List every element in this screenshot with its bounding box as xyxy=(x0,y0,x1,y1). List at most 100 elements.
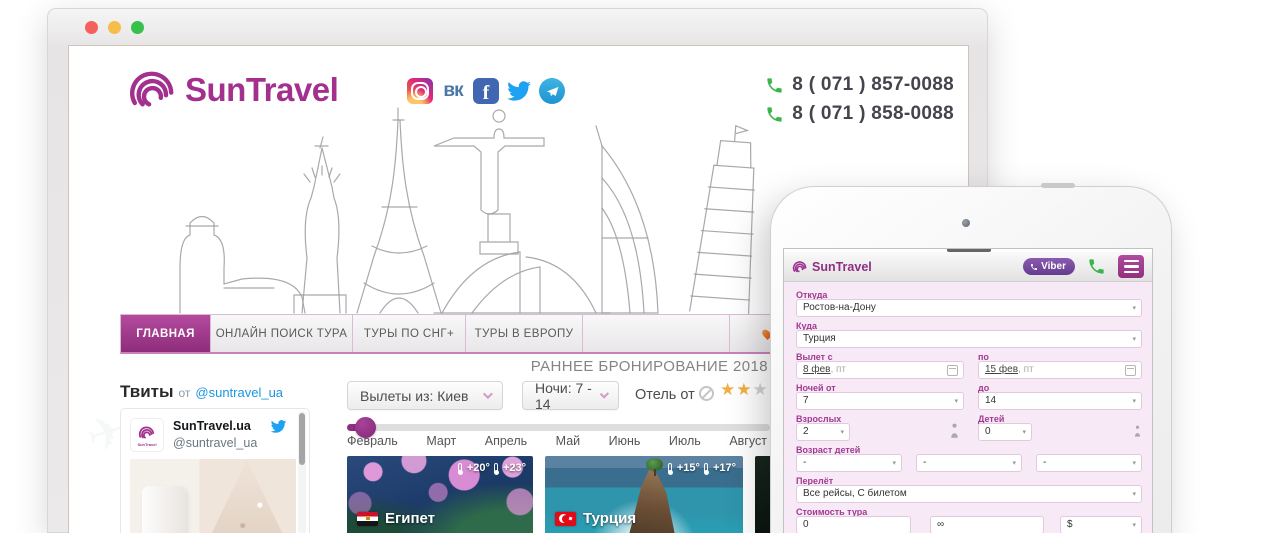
mobile-site-header: SunTravel Viber xyxy=(784,252,1152,282)
browser-titlebar xyxy=(48,9,987,45)
price-max-input[interactable]: ∞ xyxy=(930,516,1044,533)
tab-online-tour-search[interactable]: ОНЛАЙН ПОИСК ТУРА xyxy=(211,315,353,352)
contact-phones: 8 ( 071 ) 857-0088 8 ( 071 ) 858-0088 xyxy=(765,74,954,132)
thermometer-icon xyxy=(704,463,708,474)
thermometer-icon xyxy=(458,463,462,474)
call-icon[interactable] xyxy=(1087,257,1106,276)
scrollbar-track[interactable] xyxy=(298,411,306,533)
tab-home[interactable]: ГЛАВНАЯ xyxy=(121,315,211,352)
caret-down-icon: ▾ xyxy=(1132,394,1136,410)
departure-city-dropdown[interactable]: Вылеты из: Киев xyxy=(347,381,503,410)
twitter-widget: SunTravel SunTravel.ua @suntravel_ua xyxy=(120,408,310,533)
caret-down-icon: ▾ xyxy=(1022,425,1026,441)
temperatures: +15° +17° xyxy=(668,462,736,474)
power-button xyxy=(1041,183,1075,188)
phone-link-1[interactable]: 8 ( 071 ) 857-0088 xyxy=(765,74,954,96)
site-logo[interactable]: SunTravel xyxy=(792,259,872,275)
tweet-account-name[interactable]: SunTravel.ua xyxy=(173,419,251,433)
social-links xyxy=(407,78,565,104)
caret-down-icon: ▾ xyxy=(1132,487,1136,503)
tweet-photo[interactable] xyxy=(130,459,296,533)
tweets-by-label: от xyxy=(178,386,190,400)
adult-person-icon xyxy=(950,423,959,438)
temperatures: +20° +23° xyxy=(458,462,526,474)
vk-icon[interactable] xyxy=(440,78,466,104)
caret-down-icon: ▾ xyxy=(1132,456,1136,472)
child-age-select-1[interactable]: -▾ xyxy=(796,454,902,472)
landmarks-sketch xyxy=(142,86,782,314)
star-icon[interactable]: ★ xyxy=(736,380,752,400)
suntravel-swirl-icon xyxy=(127,64,179,116)
tour-card-turkey[interactable]: +15° +17° Турция xyxy=(545,456,743,533)
fullscreen-button[interactable] xyxy=(131,21,144,34)
month-label[interactable]: Июнь xyxy=(609,434,641,448)
price-min-input[interactable]: 0 xyxy=(796,516,911,533)
adults-select[interactable]: 2▾ xyxy=(796,423,850,441)
flight-select[interactable]: Все рейсы, С билетом▾ xyxy=(796,485,1142,503)
caret-down-icon: ▾ xyxy=(1012,456,1016,472)
phone-icon xyxy=(765,105,784,124)
month-labels: Февраль Март Апрель Май Июнь Июль Август xyxy=(347,434,767,448)
thermometer-icon xyxy=(494,463,498,474)
hotel-from-label: Отель от xyxy=(635,387,695,403)
site-logo[interactable]: SunTravel xyxy=(127,64,338,116)
telegram-icon[interactable] xyxy=(539,78,565,104)
nights-dropdown[interactable]: Ночи: 7 - 14 xyxy=(522,381,619,410)
facebook-icon[interactable] xyxy=(473,78,499,104)
to-select[interactable]: Турция▾ xyxy=(796,330,1142,348)
nights-from-select[interactable]: 7▾ xyxy=(796,392,964,410)
currency-select[interactable]: $▾ xyxy=(1060,516,1142,533)
crescent-icon xyxy=(559,514,568,523)
star-icon[interactable]: ★ xyxy=(720,380,736,400)
turkey-flag xyxy=(555,512,576,526)
child-age-select-3[interactable]: -▾ xyxy=(1036,454,1142,472)
caret-down-icon: ▾ xyxy=(1132,301,1136,317)
promo-banner-text: РАННЕЕ БРОНИРОВАНИЕ 2018 xyxy=(531,358,768,375)
tweets-header: Твиты от @suntravel_ua i xyxy=(120,382,374,402)
caret-down-icon: ▾ xyxy=(1132,332,1136,348)
child-person-icon xyxy=(1134,425,1141,437)
no-stars-icon[interactable] xyxy=(699,386,714,401)
tweets-handle-link[interactable]: @suntravel_ua xyxy=(195,385,283,400)
scrollbar-thumb[interactable] xyxy=(299,413,305,465)
from-select[interactable]: Ростов-на-Дону▾ xyxy=(796,299,1142,317)
child-age-select-2[interactable]: -▾ xyxy=(916,454,1022,472)
viber-badge[interactable]: Viber xyxy=(1023,258,1075,275)
month-slider-track[interactable] xyxy=(347,424,770,431)
hamburger-menu-button[interactable] xyxy=(1118,255,1144,278)
tour-card-label: Египет xyxy=(357,510,435,527)
month-label[interactable]: Февраль xyxy=(347,434,398,448)
nights-to-select[interactable]: 14▾ xyxy=(978,392,1142,410)
depart-from-input[interactable]: 8 фев, пт xyxy=(796,361,964,379)
tab-europe-tours[interactable]: ТУРЫ В ЕВРОПУ xyxy=(466,315,583,352)
month-label[interactable]: Март xyxy=(426,434,456,448)
site-logo-text: SunTravel xyxy=(185,71,338,109)
month-label[interactable]: Май xyxy=(556,434,581,448)
children-select[interactable]: 0▾ xyxy=(978,423,1032,441)
month-label[interactable]: Июль xyxy=(669,434,701,448)
suntravel-swirl-icon xyxy=(138,424,156,442)
instagram-icon[interactable] xyxy=(407,78,433,104)
phone-link-2[interactable]: 8 ( 071 ) 858-0088 xyxy=(765,103,954,125)
suntravel-swirl-icon xyxy=(792,259,808,275)
phone-number-2: 8 ( 071 ) 858-0088 xyxy=(792,103,954,125)
front-camera xyxy=(962,219,970,227)
twitter-bird-icon[interactable] xyxy=(270,418,287,435)
month-label[interactable]: Август xyxy=(729,434,767,448)
thermometer-icon xyxy=(668,463,672,474)
viber-phone-icon xyxy=(1030,263,1038,271)
tour-card-egypt[interactable]: +20° +23° Египет xyxy=(347,456,533,533)
calendar-icon xyxy=(1125,365,1136,376)
depart-to-input[interactable]: 15 фев, пт xyxy=(978,361,1142,379)
minimize-button[interactable] xyxy=(108,21,121,34)
egypt-flag xyxy=(357,512,378,526)
avatar[interactable]: SunTravel xyxy=(130,418,164,452)
caret-down-icon: ▾ xyxy=(1132,518,1136,533)
month-label[interactable]: Апрель xyxy=(485,434,527,448)
tab-cis-tours[interactable]: ТУРЫ ПО СНГ+ xyxy=(353,315,466,352)
star-icon[interactable]: ★ xyxy=(753,380,769,400)
twitter-icon[interactable] xyxy=(506,78,532,104)
close-button[interactable] xyxy=(85,21,98,34)
tab-5[interactable] xyxy=(583,315,730,352)
chevron-down-icon xyxy=(600,389,609,398)
